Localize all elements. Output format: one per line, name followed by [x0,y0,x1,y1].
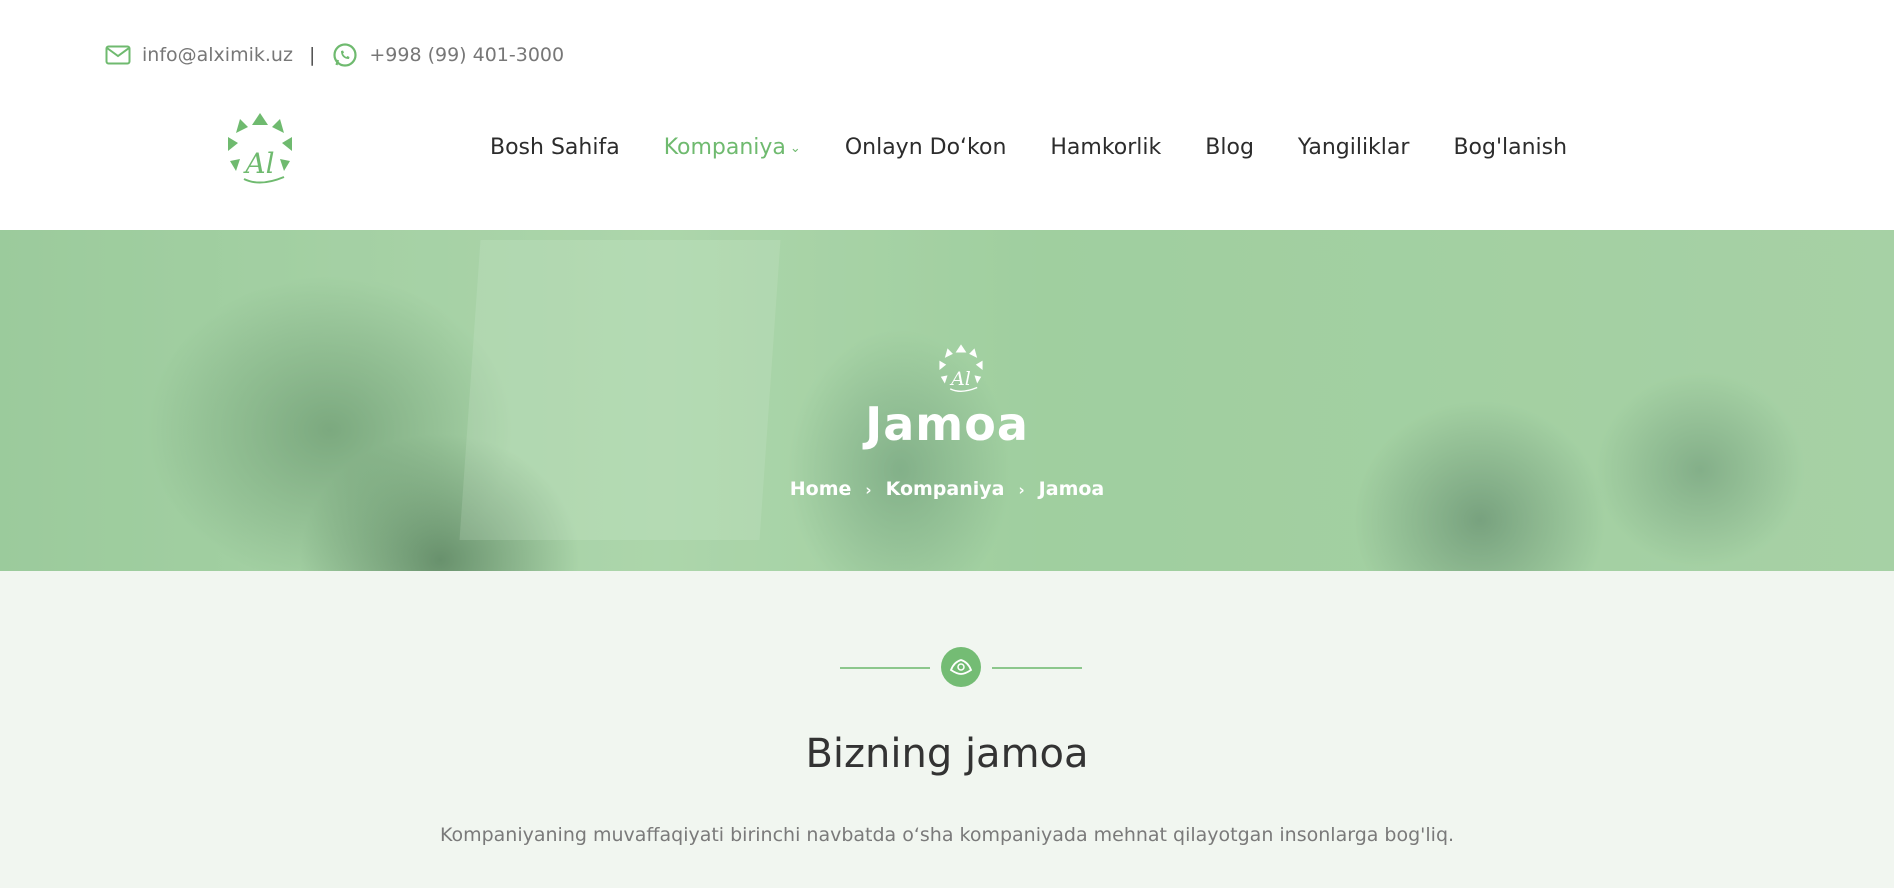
divider-line-left [840,667,930,669]
nav-item-kompaniya-label: Kompaniya [663,135,786,160]
page-hero: Al Jamoa Home › Kompaniya › Jamoa [0,230,1894,571]
mail-icon [104,41,132,69]
section-text: Kompaniyaning muvaffaqiyati birinchi nav… [439,824,1455,846]
main-nav: Bosh Sahifa Kompaniya ⌄ Onlayn Do‘kon Ham… [490,135,1567,160]
site-logo[interactable]: Al [214,111,306,191]
hero-logo-mark: Al [930,343,992,397]
svg-text:Al: Al [949,368,971,390]
breadcrumb: Home › Kompaniya › Jamoa [0,478,1894,500]
phone-link[interactable]: +998 (99) 401-3000 [369,44,564,66]
page-title: Jamoa [865,397,1029,451]
lotus-icon [949,659,973,675]
divider-line-right [992,667,1082,669]
chevron-right-icon: › [1018,481,1025,499]
nav-item-news[interactable]: Yangiliklar [1298,135,1410,160]
breadcrumb-home[interactable]: Home [790,478,852,500]
team-section: Bizning jamoa Kompaniyaning muvaffaqiyat… [0,571,1894,888]
section-divider [840,647,1082,689]
nav-item-shop[interactable]: Onlayn Do‘kon [845,135,1007,160]
nav-item-blog[interactable]: Blog [1205,135,1254,160]
breadcrumb-kompaniya[interactable]: Kompaniya [886,478,1005,500]
section-title: Bizning jamoa [805,731,1089,777]
nav-item-partnership[interactable]: Hamkorlik [1050,135,1161,160]
chevron-right-icon: › [865,481,872,499]
email-link[interactable]: info@alximik.uz [142,44,293,66]
divider-badge [941,647,981,687]
nav-item-contact[interactable]: Bog'lanish [1453,135,1567,160]
nav-item-kompaniya[interactable]: Kompaniya ⌄ [664,135,801,160]
contact-bar: info@alximik.uz | +998 (99) 401-3000 [104,38,564,72]
site-header: Al Bosh Sahifa Kompaniya ⌄ Onlayn Do‘kon … [0,95,1894,230]
chevron-down-icon: ⌄ [789,140,801,156]
nav-item-home[interactable]: Bosh Sahifa [490,135,620,160]
whatsapp-icon [331,41,359,69]
contact-separator: | [308,44,316,66]
svg-text:Al: Al [242,147,274,180]
breadcrumb-current: Jamoa [1038,478,1105,500]
